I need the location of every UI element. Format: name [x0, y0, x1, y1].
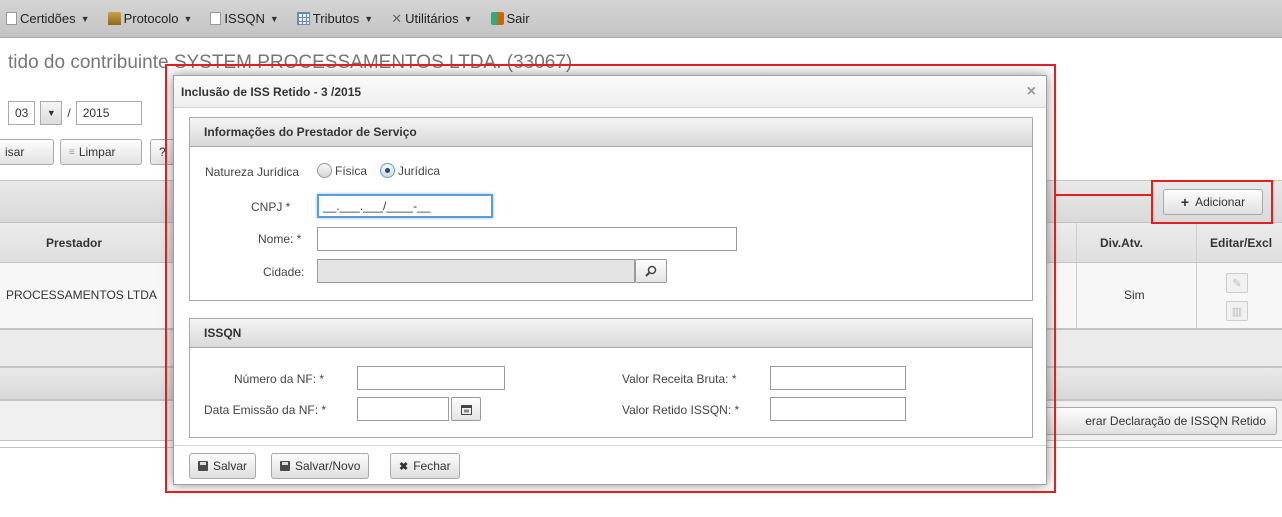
natureza-label: Natureza Jurídica	[205, 165, 300, 179]
document-icon	[210, 12, 222, 25]
menu-issqn[interactable]: ISSQN ▼	[210, 11, 279, 26]
menu-issqn-label: ISSQN	[224, 11, 265, 26]
trash-icon[interactable]: ▥	[1226, 301, 1248, 321]
period-filter: 03 ▼ / 2015	[8, 101, 142, 125]
menu-bar: Certidões ▼ Protocolo ▼ ISSQN ▼ Tributos…	[0, 0, 1282, 38]
highlight-connector	[1055, 194, 1152, 196]
chevron-down-icon: ▼	[269, 13, 279, 24]
chevron-down-icon: ▼	[46, 108, 56, 118]
cidade-label: Cidade:	[263, 265, 305, 279]
issqn-section: ISSQN Número da NF: * Data Emissão da NF…	[189, 318, 1033, 438]
clear-icon: ≡	[69, 146, 75, 158]
tools-icon: ✕	[391, 10, 403, 26]
clear-button[interactable]: ≡ Limpar	[60, 139, 142, 165]
month-select[interactable]: 03	[8, 101, 36, 125]
cidade-input	[317, 259, 635, 283]
radio-juridica-label: Jurídica	[398, 163, 441, 178]
calendar-button[interactable]	[451, 397, 481, 421]
save-new-button[interactable]: Salvar/Novo	[271, 453, 370, 479]
generate-declaration-label: erar Declaração de ISSQN Retido	[1085, 414, 1266, 428]
radio-juridica[interactable]: Jurídica	[380, 163, 440, 178]
exit-icon	[490, 12, 504, 25]
menu-tributos-label: Tributos	[312, 11, 360, 26]
header-div-atv[interactable]: Div.Atv.	[1100, 236, 1143, 250]
search-button-label: isar	[5, 145, 25, 159]
year-input[interactable]: 2015	[75, 101, 142, 125]
header-editar: Editar/Excl	[1210, 236, 1273, 250]
cnpj-label: CNPJ *	[251, 200, 291, 214]
valor-retido-label: Valor Retido ISSQN: *	[622, 403, 740, 417]
data-emissao-label: Data Emissão da NF: *	[204, 403, 327, 417]
table-icon	[296, 12, 310, 25]
chevron-down-icon: ▼	[80, 13, 90, 24]
close-button-label: Fechar	[413, 459, 451, 473]
header-prestador[interactable]: Prestador	[46, 236, 102, 250]
generate-declaration-button[interactable]: erar Declaração de ISSQN Retido	[1040, 407, 1277, 435]
iss-retido-dialog: Inclusão de ISS Retido - 3 /2015 × Infor…	[173, 75, 1047, 485]
chevron-down-icon: ▼	[364, 13, 374, 24]
document-icon	[6, 12, 17, 25]
menu-protocolo[interactable]: Protocolo ▼	[107, 11, 193, 26]
chevron-down-icon: ▼	[183, 13, 193, 24]
save-button[interactable]: Salvar	[189, 453, 257, 479]
numero-nf-input[interactable]	[357, 366, 505, 390]
page-title: tido do contribuinte SYSTEM PROCESSAMENT…	[8, 52, 573, 73]
cell-prestador: PROCESSAMENTOS LTDA	[6, 288, 157, 302]
menu-utilitarios-label: Utilitários	[405, 11, 459, 26]
dialog-footer: Salvar Salvar/Novo ✖ Fechar	[174, 445, 1046, 484]
radio-fisica-circle[interactable]	[317, 163, 332, 178]
month-select-button[interactable]: ▼	[40, 101, 63, 125]
valor-receita-input[interactable]	[770, 366, 906, 390]
menu-sair[interactable]: Sair	[490, 11, 530, 26]
prestador-section: Informações do Prestador de Serviço Natu…	[189, 117, 1033, 301]
column-divider	[1076, 223, 1077, 262]
menu-certidoes-label: Certidões	[20, 11, 76, 26]
column-divider	[1196, 223, 1197, 262]
cell-div-atv: Sim	[1124, 288, 1145, 302]
column-divider	[1196, 263, 1197, 328]
nome-input[interactable]	[317, 227, 737, 251]
add-button[interactable]: + Adicionar	[1163, 189, 1263, 215]
dialog-title: Inclusão de ISS Retido - 3 /2015	[181, 84, 362, 99]
menu-sair-label: Sair	[506, 11, 530, 26]
cnpj-input[interactable]: __.___.___/____-__	[317, 194, 493, 218]
cidade-search-button[interactable]	[635, 259, 667, 283]
edit-icon[interactable]: ✎	[1226, 273, 1248, 293]
data-emissao-input[interactable]	[357, 397, 449, 421]
chevron-down-icon: ▼	[463, 13, 473, 24]
plus-icon: +	[1180, 194, 1190, 210]
year-separator: /	[67, 106, 71, 120]
radio-fisica-label: Física	[335, 163, 368, 178]
stamp-icon	[107, 12, 121, 25]
radio-fisica[interactable]: Física	[317, 163, 367, 178]
dialog-header: Inclusão de ISS Retido - 3 /2015 ×	[174, 76, 1046, 108]
floppy-icon	[280, 461, 290, 471]
search-icon	[645, 265, 657, 277]
save-button-label: Salvar	[213, 459, 248, 473]
close-icon: ✖	[399, 460, 409, 473]
valor-retido-input[interactable]	[770, 397, 906, 421]
close-icon[interactable]: ×	[1027, 83, 1036, 101]
valor-receita-label: Valor Receita Bruta: *	[622, 372, 737, 386]
menu-tributos[interactable]: Tributos ▼	[296, 11, 374, 26]
close-button[interactable]: ✖ Fechar	[390, 453, 460, 479]
calendar-icon	[460, 404, 472, 415]
clear-button-label: Limpar	[78, 145, 116, 159]
menu-protocolo-label: Protocolo	[123, 11, 179, 26]
help-button-label: ?	[159, 145, 166, 159]
numero-nf-label: Número da NF: *	[234, 372, 325, 386]
column-divider	[1076, 263, 1077, 328]
save-new-button-label: Salvar/Novo	[295, 459, 361, 473]
issqn-section-title: ISSQN	[190, 319, 1032, 348]
menu-utilitarios[interactable]: ✕ Utilitários ▼	[391, 11, 472, 27]
menu-certidoes[interactable]: Certidões ▼	[6, 11, 90, 26]
floppy-icon	[198, 461, 208, 471]
add-button-label: Adicionar	[1195, 195, 1246, 209]
nome-label: Nome: *	[258, 232, 302, 246]
radio-juridica-circle[interactable]	[380, 163, 395, 178]
prestador-section-title: Informações do Prestador de Serviço	[190, 118, 1032, 147]
search-button[interactable]: isar	[0, 139, 54, 165]
